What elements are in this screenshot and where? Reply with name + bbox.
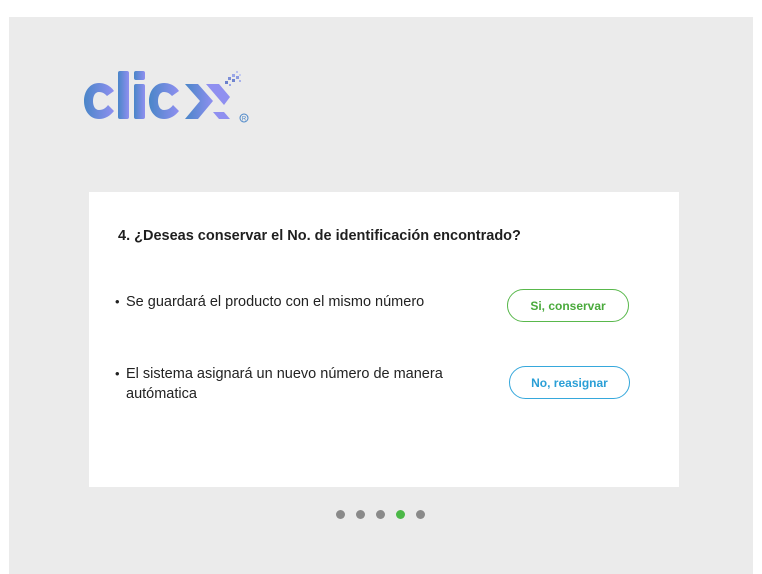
bullet-icon: •	[115, 366, 120, 381]
option-keep: • Se guardará el producto con el mismo n…	[115, 292, 466, 312]
pagination-dots	[336, 510, 425, 520]
question-card: 4. ¿Deseas conservar el No. de identific…	[89, 192, 679, 487]
reassign-button[interactable]: No, reasignar	[509, 366, 630, 399]
option-keep-text: Se guardará el producto con el mismo núm…	[126, 294, 425, 310]
page-dot-4[interactable]	[396, 510, 405, 519]
page-dot-1[interactable]	[336, 510, 345, 519]
page-dot-5[interactable]	[416, 510, 425, 519]
option-reassign: • El sistema asignará un nuevo número de…	[115, 364, 446, 404]
keep-button[interactable]: Si, conservar	[507, 289, 629, 322]
page-dot-2[interactable]	[356, 510, 365, 519]
page-dot-3[interactable]	[376, 510, 385, 519]
svg-text:R: R	[242, 117, 247, 123]
question-title: 4. ¿Deseas conservar el No. de identific…	[118, 228, 521, 244]
bullet-icon: •	[115, 294, 120, 309]
click-logo: R	[82, 63, 262, 133]
option-reassign-text: El sistema asignará un nuevo número de m…	[126, 366, 443, 402]
